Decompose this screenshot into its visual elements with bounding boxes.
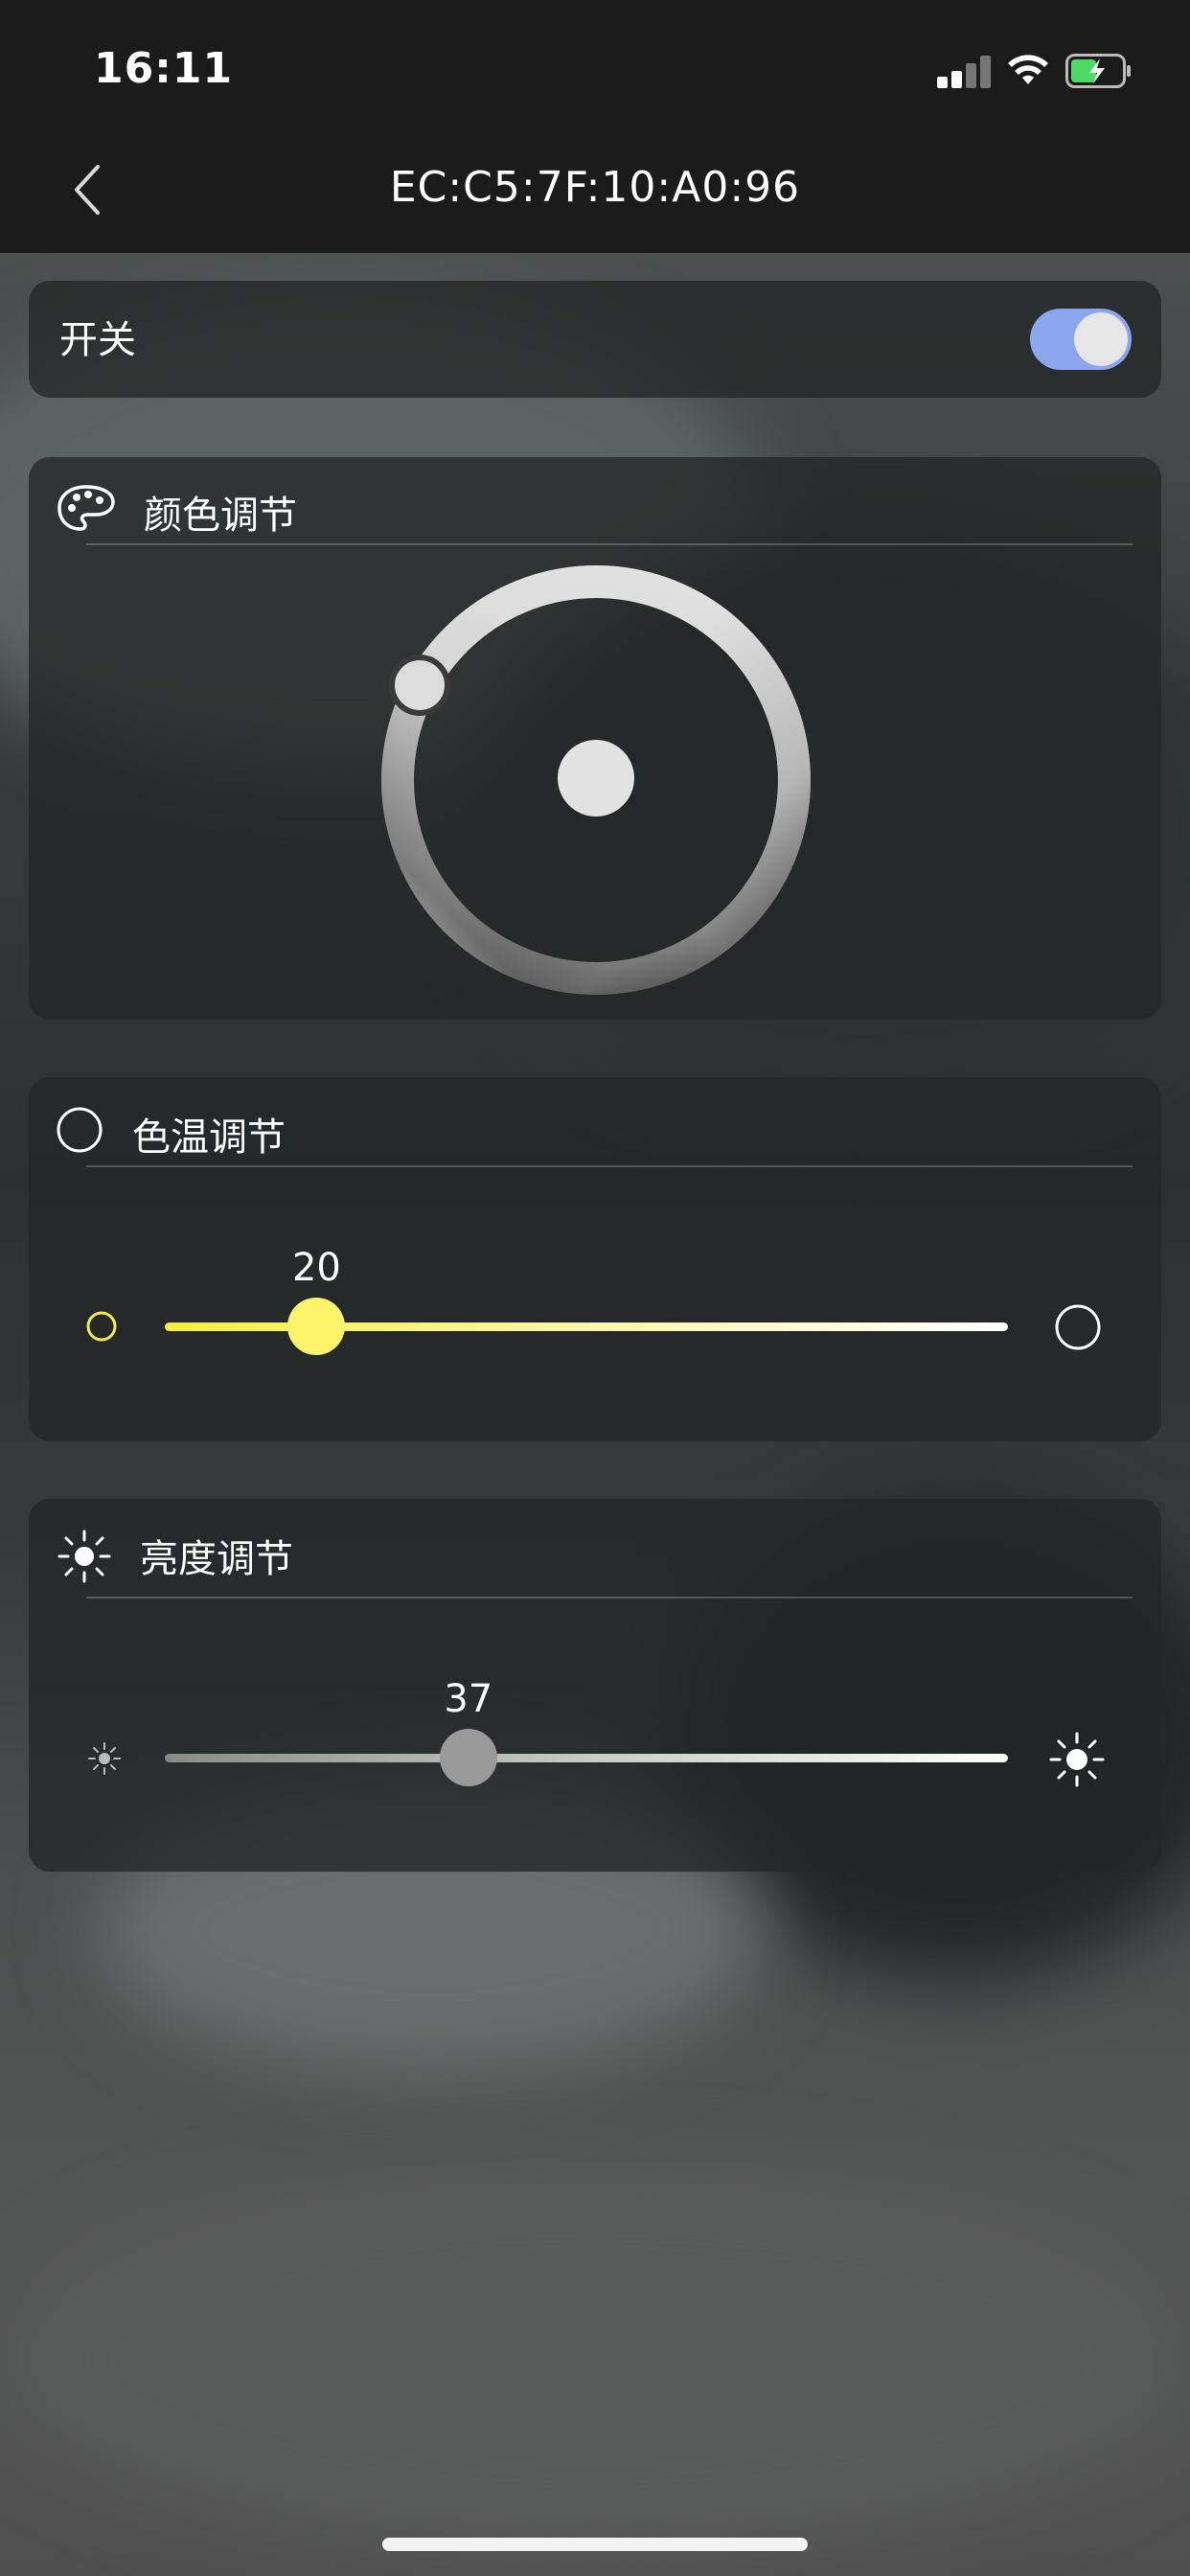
palette-icon xyxy=(57,485,115,531)
divider xyxy=(86,543,1133,545)
power-toggle[interactable] xyxy=(1030,309,1132,370)
brightness-slider-thumb[interactable] xyxy=(439,1729,497,1786)
color-temperature-value: 20 xyxy=(291,1246,341,1290)
brightness-label: 亮度调节 xyxy=(140,1537,293,1581)
color-temperature-slider-thumb[interactable] xyxy=(287,1298,346,1355)
sun-icon xyxy=(57,1530,111,1583)
warm-endpoint-icon xyxy=(86,1311,117,1342)
power-card xyxy=(29,281,1161,398)
cool-endpoint-icon xyxy=(1055,1304,1101,1350)
circle-icon xyxy=(57,1107,103,1153)
brightness-slider-track[interactable] xyxy=(165,1754,1008,1762)
wifi-icon xyxy=(1008,55,1048,84)
color-center-preview xyxy=(558,740,634,816)
power-label: 开关 xyxy=(59,318,136,362)
divider xyxy=(86,1597,1133,1598)
battery-charging-icon xyxy=(1065,54,1131,88)
color-wheel-thumb[interactable] xyxy=(389,655,450,716)
large-sun-icon xyxy=(1049,1732,1105,1787)
toggle-knob xyxy=(1074,312,1128,366)
home-indicator xyxy=(382,2538,808,2551)
divider xyxy=(86,1165,1133,1167)
color-wheel[interactable] xyxy=(376,560,816,1000)
status-time: 16:11 xyxy=(94,44,234,93)
cellular-signal-icon xyxy=(937,54,993,88)
color-temperature-label: 色温调节 xyxy=(132,1116,286,1160)
color-adjust-label: 颜色调节 xyxy=(144,494,297,538)
page-title: EC:C5:7F:10:A0:96 xyxy=(389,163,801,212)
small-sun-icon xyxy=(88,1742,121,1775)
brightness-value: 37 xyxy=(444,1677,493,1721)
